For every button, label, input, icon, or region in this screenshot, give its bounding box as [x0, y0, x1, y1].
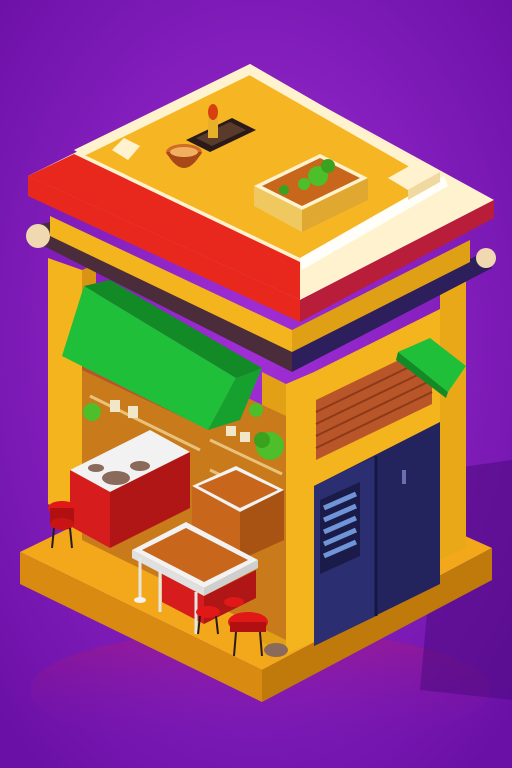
herb-icon	[83, 403, 101, 421]
stool-front-b	[224, 597, 244, 607]
food-stall-illustration	[0, 0, 512, 768]
pot-icon	[264, 643, 288, 657]
